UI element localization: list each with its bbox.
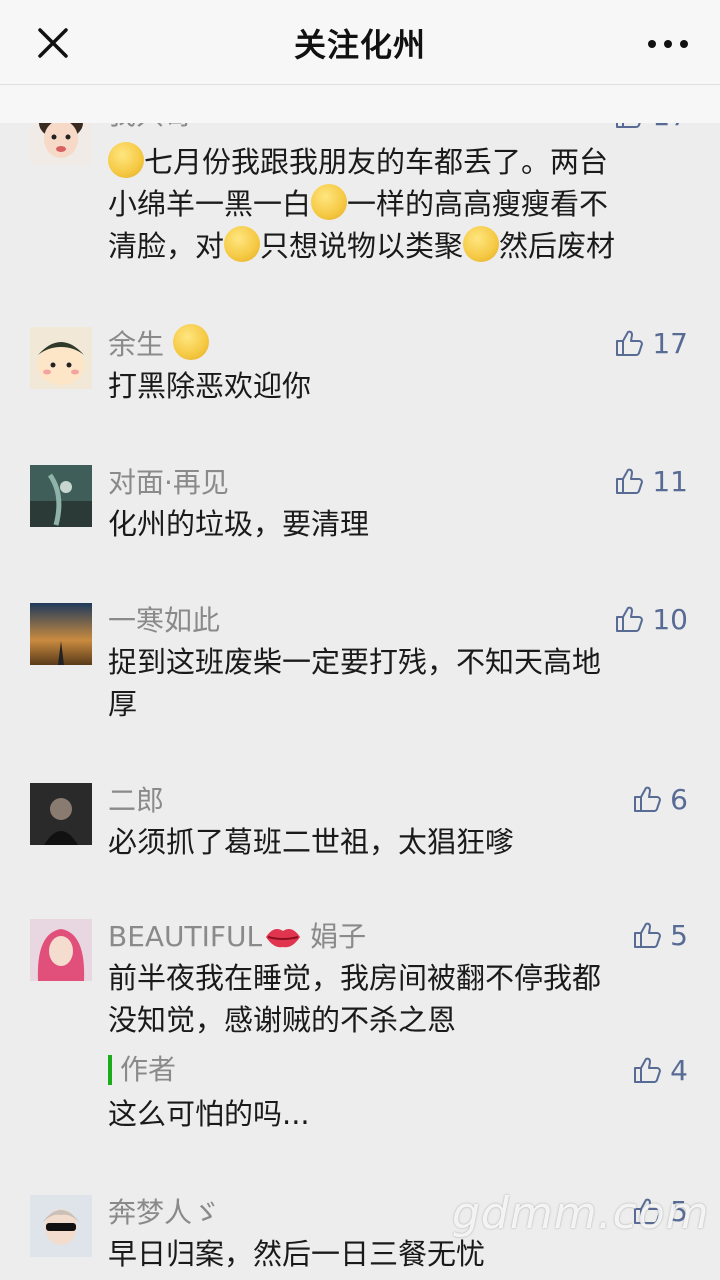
comment-text: 早日归案，然后一日三餐无忧 (108, 1237, 486, 1271)
smile-emoji-icon (311, 184, 348, 220)
thumbs-up-icon (616, 606, 644, 632)
header-spacer (0, 85, 720, 123)
avatar[interactable] (30, 327, 92, 389)
like-count: 6 (670, 782, 688, 816)
smile-emoji-icon (108, 142, 144, 178)
comment-text: 打黑除恶欢迎你 (108, 369, 312, 403)
like-button[interactable]: 10 (614, 601, 688, 637)
like-button[interactable]: 5 (632, 917, 688, 953)
thinking-emoji-icon (172, 324, 209, 360)
comment-author: 我只哥 (108, 123, 192, 133)
like-count: 10 (652, 602, 688, 636)
comment-author: BEAUTIFUL 娟子 (108, 920, 367, 953)
author-reply-label: 作者 (108, 1055, 176, 1085)
like-count: 17 (652, 123, 688, 132)
more-icon[interactable] (646, 24, 690, 64)
like-count: 11 (652, 464, 688, 498)
comment-text: 必须抓了葛班二世祖，太猖狂嗲 (108, 825, 515, 859)
avatar[interactable] (30, 783, 92, 845)
page-title: 关注化州 (293, 26, 426, 64)
comment-text: 七月份我跟我朋友的车都丢了。两台 小绵羊一黑一白 一样的高高瘦瘦看不 清脸，对 只想… (108, 141, 692, 267)
smile-emoji-icon (463, 226, 500, 262)
avatar[interactable] (30, 465, 92, 527)
avatar[interactable] (30, 919, 92, 981)
comment-author: 二郎 (108, 784, 165, 817)
comment-text: 前半夜我在睡觉，我房间被翻不停我都 没知觉，感谢贼的不杀之恩 (108, 961, 602, 1037)
thumbs-up-icon (616, 330, 644, 356)
like-button[interactable]: 6 (632, 781, 688, 817)
avatar[interactable] (30, 123, 92, 165)
like-count: 5 (670, 918, 688, 952)
smile-emoji-icon (224, 226, 261, 262)
like-button[interactable]: 17 (614, 123, 688, 133)
comment-text: 化州的垃圾，要清理 (108, 507, 370, 541)
thumbs-up-icon (634, 1057, 662, 1083)
like-count: 17 (652, 326, 688, 360)
comment-author: 余生 (108, 323, 209, 363)
avatar[interactable] (30, 1195, 92, 1257)
avatar[interactable] (30, 603, 92, 665)
thumbs-up-icon (616, 468, 644, 494)
author-reply-text: 这么可怕的吗... (108, 1097, 310, 1131)
thumbs-up-icon (616, 123, 642, 128)
comment-author: 奔梦人ゞ (108, 1196, 221, 1229)
top-bar: 关注化州 (0, 0, 720, 85)
comment-text: 捉到这班废柴一定要打残，不知天高地 厚 (108, 645, 602, 721)
lips-emoji-icon (266, 929, 301, 948)
reply-like-button[interactable]: 4 (632, 1052, 688, 1088)
thumbs-up-icon (634, 922, 662, 948)
thumbs-up-icon (634, 786, 662, 812)
comment-author: 一寒如此 (108, 604, 221, 637)
comment-author: 对面·再见 (108, 466, 229, 499)
watermark: gdmm.com (452, 1188, 710, 1239)
like-button[interactable]: 11 (614, 463, 688, 499)
like-button[interactable]: 17 (614, 325, 688, 361)
like-count: 4 (670, 1053, 688, 1087)
comment-list[interactable]: 我只哥 17 七月份我跟我朋友的车都丢了。两台 小绵羊一黑一白一样的高高瘦瘦看不… (0, 123, 720, 1280)
